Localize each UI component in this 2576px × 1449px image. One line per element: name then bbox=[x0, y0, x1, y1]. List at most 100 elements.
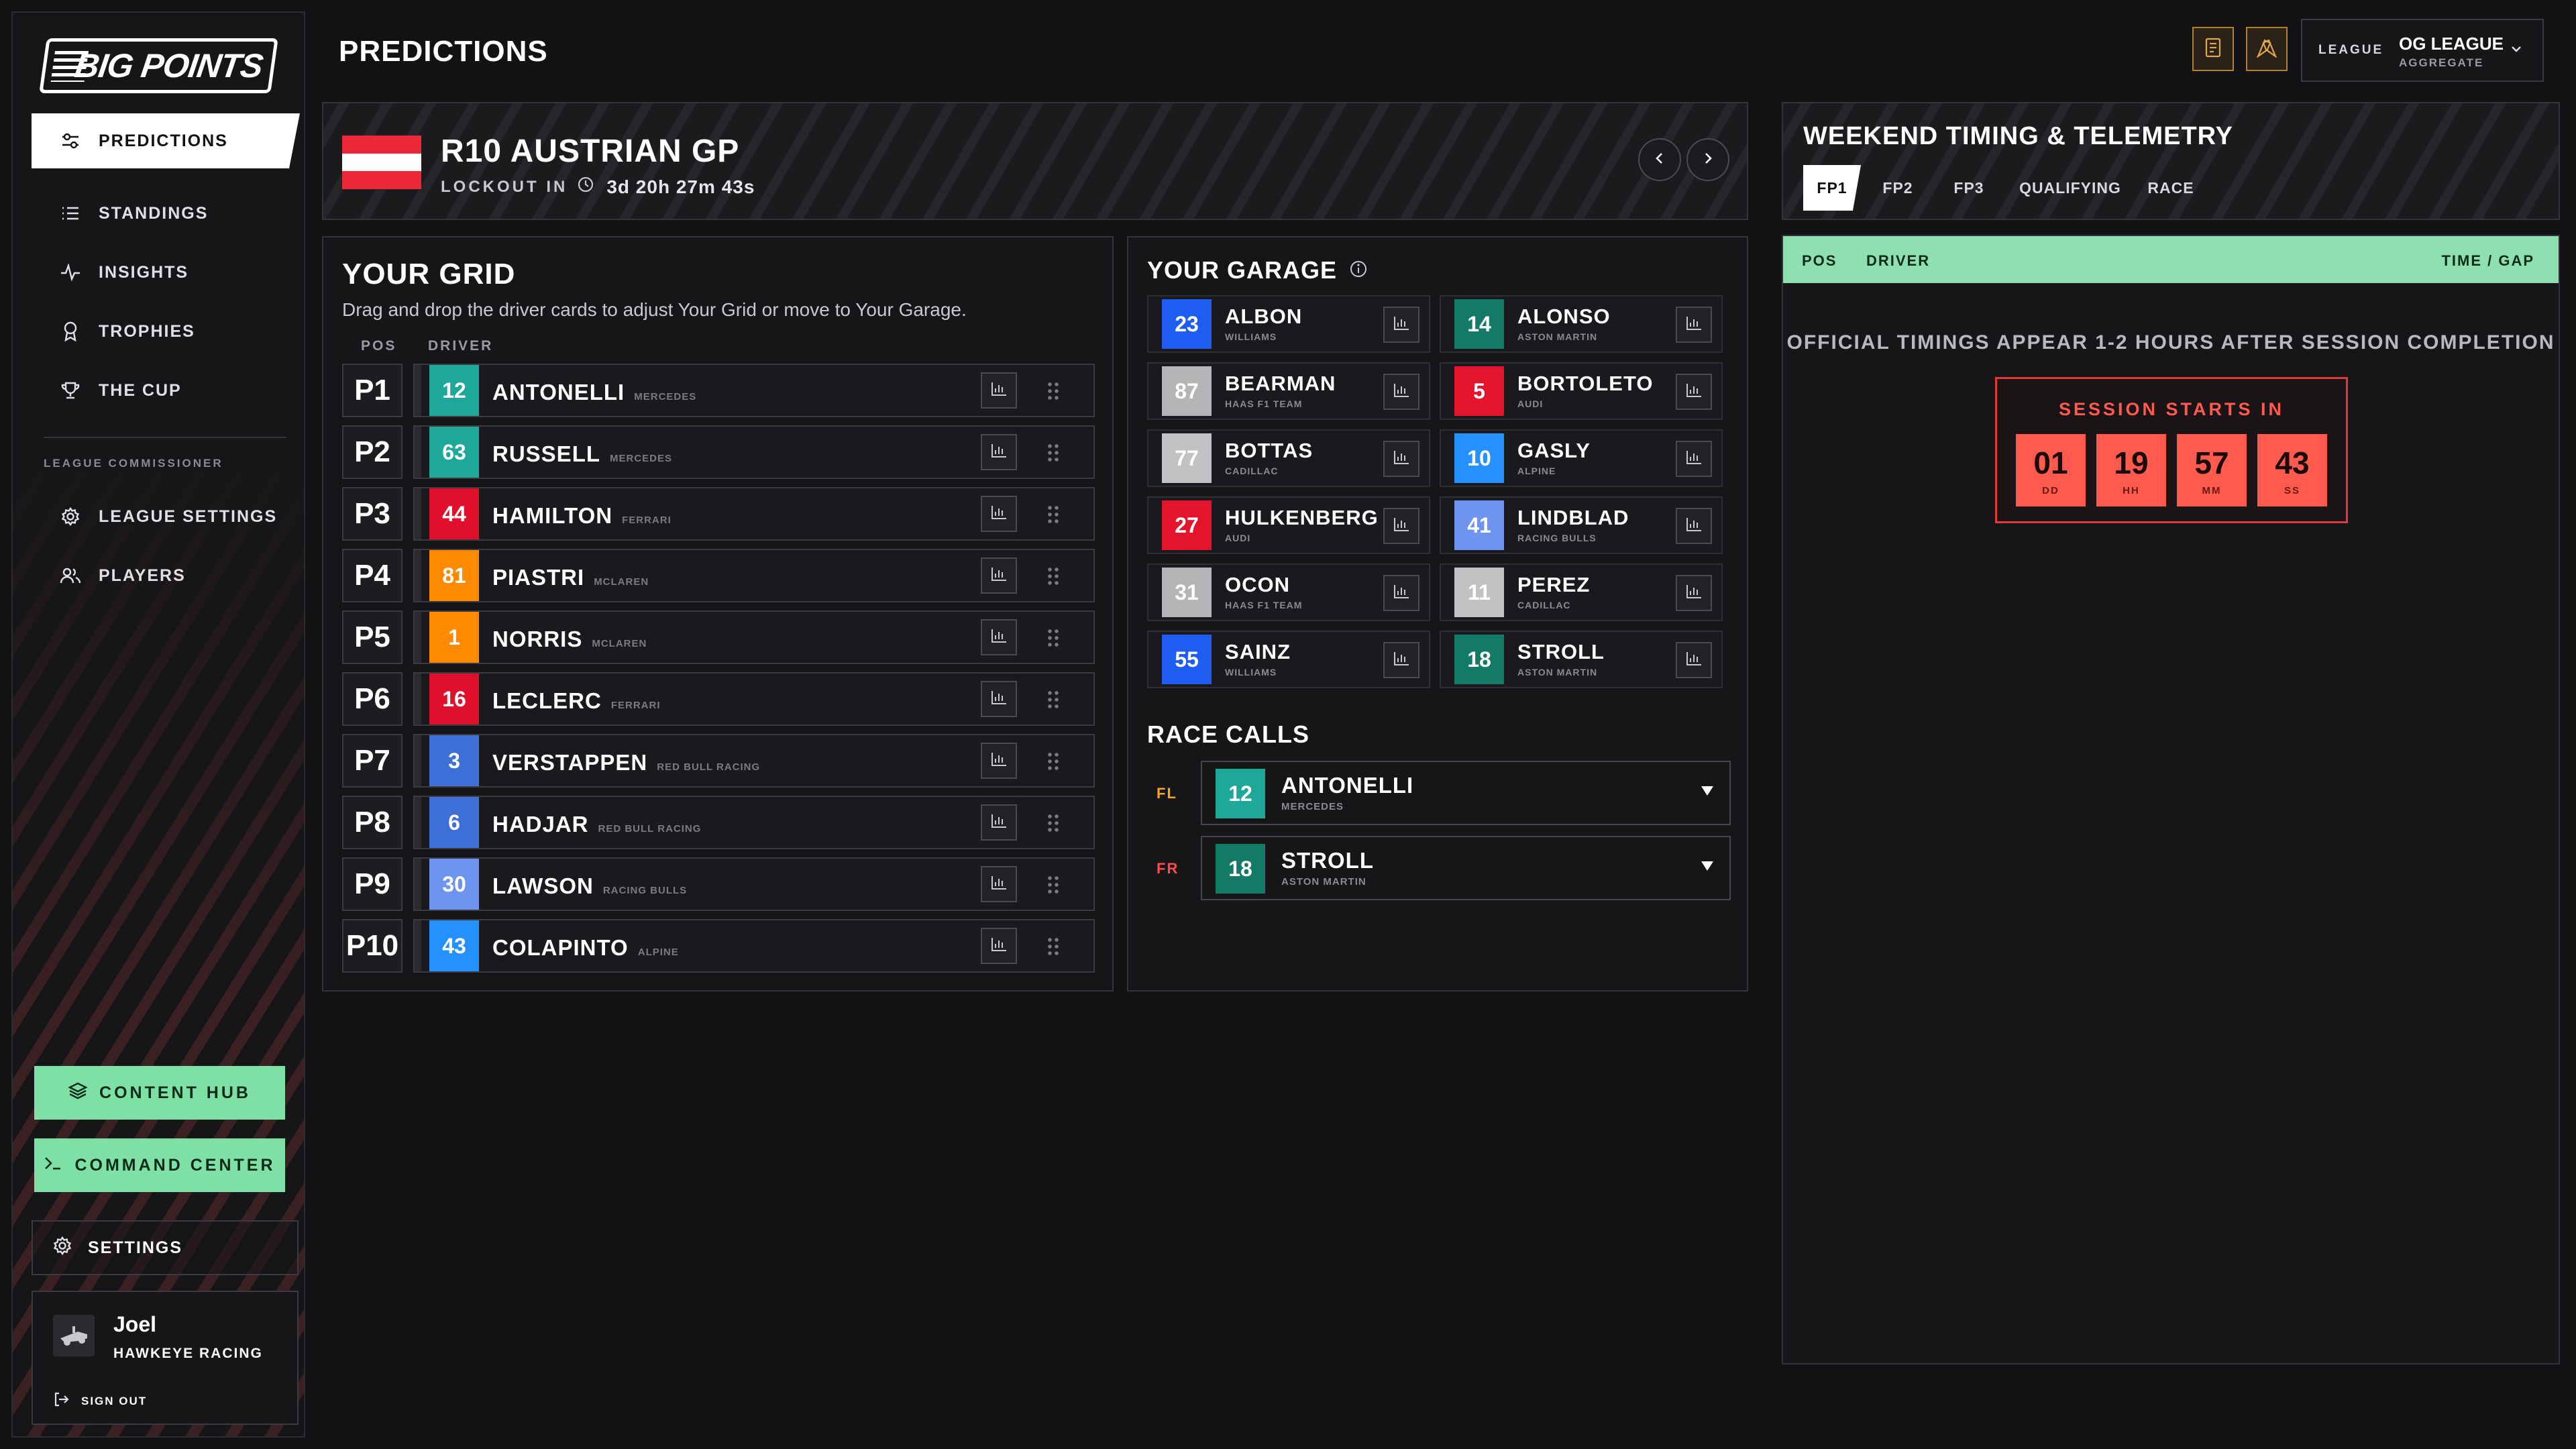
drag-handle-icon[interactable] bbox=[1046, 751, 1060, 771]
garage-driver-card[interactable]: 41 LINDBLAD RACING BULLS bbox=[1440, 496, 1723, 554]
session-countdown: SESSION STARTS IN 01 DD 19 HH 57 MM 43 S… bbox=[1995, 377, 2348, 523]
settings-button[interactable]: SETTINGS bbox=[32, 1220, 299, 1275]
race-weekend-button[interactable] bbox=[2246, 27, 2288, 71]
countdown-hours: 19 HH bbox=[2096, 434, 2166, 506]
garage-driver-card[interactable]: 5 BORTOLETO AUDI bbox=[1440, 362, 1723, 420]
driver-name: HADJAR bbox=[492, 812, 589, 837]
driver-name-group: HAMILTON Ferrari bbox=[492, 503, 672, 529]
tab-fp3[interactable]: FP3 bbox=[1939, 165, 1999, 211]
drag-handle-icon[interactable] bbox=[1046, 813, 1060, 833]
driver-stats-button[interactable] bbox=[1383, 575, 1419, 611]
driver-stats-button[interactable] bbox=[1383, 307, 1419, 343]
driver-card[interactable]: 30 LAWSON Racing Bulls bbox=[413, 857, 1095, 911]
driver-name: BORTOLETO bbox=[1517, 372, 1654, 395]
driver-stats-button[interactable] bbox=[1676, 307, 1712, 343]
nav-item-trophies[interactable]: TROPHIES bbox=[32, 304, 300, 359]
driver-stats-button[interactable] bbox=[981, 866, 1017, 902]
previous-race-button[interactable] bbox=[1638, 138, 1681, 181]
driver-card[interactable]: 6 HADJAR Red Bull Racing bbox=[413, 796, 1095, 849]
garage-driver-card[interactable]: 23 ALBON WILLIAMS bbox=[1147, 295, 1430, 353]
command-center-button[interactable]: COMMAND CENTER bbox=[34, 1138, 285, 1192]
garage-driver-card[interactable]: 77 BOTTAS CADILLAC bbox=[1147, 429, 1430, 487]
driver-name-group: LAWSON Racing Bulls bbox=[492, 873, 687, 899]
driver-stats-button[interactable] bbox=[981, 557, 1017, 594]
garage-driver-card[interactable]: 14 ALONSO ASTON MARTIN bbox=[1440, 295, 1723, 353]
drag-handle-icon[interactable] bbox=[1046, 628, 1060, 648]
driver-card[interactable]: 63 RUSSELL Mercedes bbox=[413, 425, 1095, 479]
nav-item-label: TROPHIES bbox=[99, 321, 195, 341]
drag-handle-icon[interactable] bbox=[1046, 875, 1060, 895]
driver-name-group: RUSSELL Mercedes bbox=[492, 441, 672, 467]
austria-flag bbox=[342, 136, 421, 190]
driver-card[interactable]: 3 VERSTAPPEN Red Bull Racing bbox=[413, 734, 1095, 788]
drag-handle-icon[interactable] bbox=[1046, 566, 1060, 586]
drag-handle-icon[interactable] bbox=[1046, 936, 1060, 957]
tab-label: FP3 bbox=[1953, 178, 1984, 197]
nav-item-the-cup[interactable]: THE CUP bbox=[32, 363, 300, 418]
driver-card[interactable]: 81 PIASTRI McLaren bbox=[413, 549, 1095, 602]
countdown-value: 19 bbox=[2114, 445, 2149, 480]
content-hub-button[interactable]: CONTENT HUB bbox=[34, 1066, 285, 1120]
driver-stats-button[interactable] bbox=[1676, 508, 1712, 544]
driver-card[interactable]: 1 NORRIS McLaren bbox=[413, 610, 1095, 664]
garage-driver-card[interactable]: 87 BEARMAN HAAS F1 TEAM bbox=[1147, 362, 1430, 420]
driver-stats-button[interactable] bbox=[1383, 441, 1419, 477]
driver-stats-button[interactable] bbox=[1383, 508, 1419, 544]
brand-logo[interactable]: BIG POINTS bbox=[39, 38, 278, 93]
garage-driver-card[interactable]: 27 HULKENBERG AUDI bbox=[1147, 496, 1430, 554]
driver-stats-button[interactable] bbox=[1676, 642, 1712, 678]
garage-driver-card[interactable]: 11 PEREZ CADILLAC bbox=[1440, 564, 1723, 621]
tab-fp2[interactable]: FP2 bbox=[1868, 165, 1928, 211]
driver-card[interactable]: 16 LECLERC Ferrari bbox=[413, 672, 1095, 726]
drag-handle-icon[interactable] bbox=[1046, 504, 1060, 525]
driver-stats-button[interactable] bbox=[981, 743, 1017, 779]
tab-fp1[interactable]: FP1 bbox=[1803, 165, 1861, 211]
driver-stats-button[interactable] bbox=[981, 681, 1017, 717]
garage-driver-card[interactable]: 31 OCON HAAS F1 TEAM bbox=[1147, 564, 1430, 621]
nav-item-standings[interactable]: STANDINGS bbox=[32, 186, 300, 241]
driver-stats-button[interactable] bbox=[1676, 575, 1712, 611]
avatar[interactable] bbox=[53, 1315, 95, 1356]
gear-icon bbox=[53, 1236, 72, 1260]
drag-handle-icon[interactable] bbox=[1046, 381, 1060, 401]
tab-qualifying[interactable]: QUALIFYING bbox=[2010, 165, 2131, 211]
driver-stats-button[interactable] bbox=[981, 928, 1017, 964]
league-selector[interactable]: LEAGUE OG LEAGUE AGGREGATE bbox=[2301, 19, 2544, 82]
next-race-button[interactable] bbox=[1686, 138, 1729, 181]
info-icon[interactable] bbox=[1349, 260, 1368, 282]
race-call-select[interactable]: 12 ANTONELLI MERCEDES bbox=[1201, 761, 1731, 825]
driver-stats-button[interactable] bbox=[1383, 374, 1419, 410]
race-call-select[interactable]: 18 STROLL ASTON MARTIN bbox=[1201, 836, 1731, 900]
countdown-title: SESSION STARTS IN bbox=[2058, 399, 2285, 419]
sign-out-link[interactable]: SIGN OUT bbox=[53, 1391, 147, 1411]
driver-card[interactable]: 43 COLAPINTO Alpine bbox=[413, 919, 1095, 973]
driver-name-group: ANTONELLI Mercedes bbox=[492, 380, 696, 405]
driver-card[interactable]: 44 HAMILTON Ferrari bbox=[413, 487, 1095, 541]
nav-item-players[interactable]: PLAYERS bbox=[32, 548, 300, 603]
driver-stats-button[interactable] bbox=[1676, 374, 1712, 410]
driver-stats-button[interactable] bbox=[981, 619, 1017, 655]
driver-stats-button[interactable] bbox=[1383, 642, 1419, 678]
nav-item-insights[interactable]: INSIGHTS bbox=[32, 245, 300, 300]
nav-item-predictions[interactable]: PREDICTIONS bbox=[32, 113, 300, 168]
tab-race[interactable]: RACE bbox=[2137, 165, 2204, 211]
lockout-days-unit: d bbox=[617, 176, 631, 197]
driver-stats-button[interactable] bbox=[1676, 441, 1712, 477]
garage-driver-card[interactable]: 55 SAINZ WILLIAMS bbox=[1147, 631, 1430, 688]
column-header-driver: DRIVER bbox=[428, 338, 494, 354]
driver-stats-button[interactable] bbox=[981, 372, 1017, 409]
drag-handle-icon[interactable] bbox=[1046, 443, 1060, 463]
driver-card[interactable]: 12 ANTONELLI Mercedes bbox=[413, 364, 1095, 417]
rules-button[interactable] bbox=[2192, 27, 2234, 71]
driver-stats-button[interactable] bbox=[981, 804, 1017, 841]
telemetry-title: WEEKEND TIMING & TELEMETRY bbox=[1803, 122, 2234, 150]
nav-item-league-settings[interactable]: LEAGUE SETTINGS bbox=[32, 489, 300, 544]
garage-driver-card[interactable]: 10 GASLY ALPINE bbox=[1440, 429, 1723, 487]
grid-position: P10 bbox=[342, 919, 402, 973]
driver-number: 27 bbox=[1162, 500, 1212, 550]
bar-chart-icon bbox=[1393, 584, 1410, 603]
drag-handle-icon[interactable] bbox=[1046, 690, 1060, 710]
garage-driver-card[interactable]: 18 STROLL ASTON MARTIN bbox=[1440, 631, 1723, 688]
driver-stats-button[interactable] bbox=[981, 434, 1017, 470]
driver-stats-button[interactable] bbox=[981, 496, 1017, 532]
